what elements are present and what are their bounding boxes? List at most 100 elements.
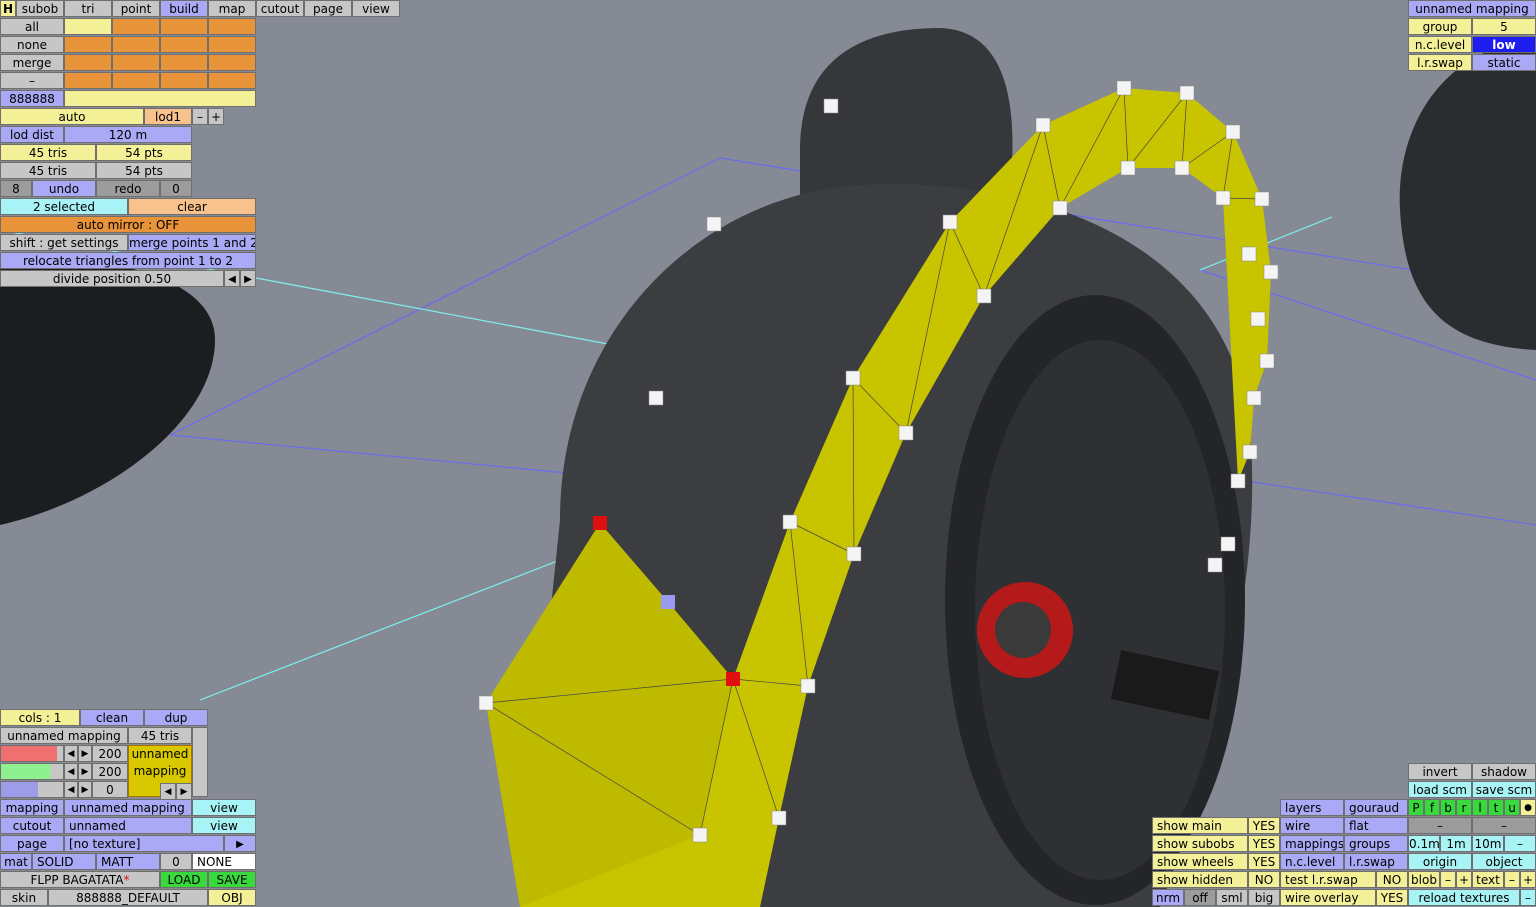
divide-position[interactable]: divide position 0.50 (0, 270, 224, 287)
color-swatch[interactable] (208, 72, 256, 89)
left-arrow-icon[interactable]: ◀ (64, 745, 78, 762)
auto-mirror-toggle[interactable]: auto mirror : OFF (0, 216, 256, 233)
select-all-button[interactable]: all (0, 18, 64, 35)
left-arrow-icon[interactable]: ◀ (64, 781, 78, 798)
tab-cutout[interactable]: cutout (256, 0, 304, 17)
size-sml-button[interactable]: sml (1216, 889, 1248, 906)
nclevel-button[interactable]: n.c.level (1280, 853, 1344, 870)
view-r-button[interactable]: r (1456, 799, 1472, 816)
color-swatch[interactable] (208, 36, 256, 53)
groups-button[interactable]: groups (1344, 835, 1408, 852)
mapping-title[interactable]: unnamed mapping (1408, 0, 1536, 17)
lod-plus-button[interactable]: + (208, 108, 224, 125)
grid-minus-button[interactable]: – (1504, 835, 1536, 852)
view-f-button[interactable]: f (1424, 799, 1440, 816)
lrswap-button[interactable]: l.r.swap (1344, 853, 1408, 870)
nclevel-value[interactable]: low (1472, 36, 1536, 53)
layers-button[interactable]: layers (1280, 799, 1344, 816)
gouraud-button[interactable]: gouraud (1344, 799, 1408, 816)
lod-minus-button[interactable]: – (192, 108, 208, 125)
mapping-name[interactable]: unnamed mapping (0, 727, 128, 744)
tab-page[interactable]: page (304, 0, 352, 17)
right-arrow-icon[interactable]: ▶ (78, 745, 92, 762)
mat-none[interactable]: NONE (192, 853, 256, 870)
lod-auto-button[interactable]: auto (0, 108, 144, 125)
dup-button[interactable]: dup (144, 709, 208, 726)
object-button[interactable]: object (1472, 853, 1536, 870)
show-hidden-value[interactable]: NO (1248, 871, 1280, 888)
skin-value[interactable]: 888888_DEFAULT (48, 889, 208, 906)
divide-increase-icon[interactable]: ▶ (240, 270, 256, 287)
tab-build[interactable]: build (160, 0, 208, 17)
obj-button[interactable]: OBJ (208, 889, 256, 906)
solid-button[interactable]: SOLID (32, 853, 96, 870)
page-value[interactable]: [no texture] (64, 835, 224, 852)
blue-slider[interactable] (0, 781, 64, 798)
value-field[interactable]: 200 (92, 745, 128, 762)
value-field[interactable]: 0 (92, 781, 128, 798)
show-main-toggle[interactable]: show main (1152, 817, 1248, 834)
color-swatch[interactable] (160, 54, 208, 71)
tab-tri[interactable]: tri (64, 0, 112, 17)
text-plus-button[interactable]: + (1520, 871, 1536, 888)
lod-dist-value[interactable]: 120 m (64, 126, 192, 143)
size-off-button[interactable]: off (1184, 889, 1216, 906)
blob-plus-button[interactable]: + (1456, 871, 1472, 888)
group-value[interactable]: 5 (1472, 18, 1536, 35)
color-swatch[interactable] (64, 18, 112, 35)
color-swatch[interactable] (64, 54, 112, 71)
show-subobs-value[interactable]: YES (1248, 835, 1280, 852)
tab-subob[interactable]: subob (16, 0, 64, 17)
page-next-icon[interactable]: ▶ (224, 835, 256, 852)
color-swatch[interactable] (112, 54, 160, 71)
color-swatch[interactable] (64, 36, 112, 53)
mat-number[interactable]: 0 (160, 853, 192, 870)
show-wheels-value[interactable]: YES (1248, 853, 1280, 870)
cutout-view-button[interactable]: view (192, 817, 256, 834)
relocate-triangles-button[interactable]: relocate triangles from point 1 to 2 (0, 252, 256, 269)
text-minus-button[interactable]: – (1504, 871, 1520, 888)
right-arrow-icon[interactable]: ▶ (78, 763, 92, 780)
car-name[interactable]: FLPP BAGATATA* (0, 871, 160, 888)
show-main-value[interactable]: YES (1248, 817, 1280, 834)
tab-map[interactable]: map (208, 0, 256, 17)
test-lrswap-toggle[interactable]: test l.r.swap (1280, 871, 1376, 888)
wire-button[interactable]: wire (1280, 817, 1344, 834)
red-slider[interactable] (0, 745, 64, 762)
undo-button[interactable]: undo (32, 180, 96, 197)
cutout-value[interactable]: unnamed (64, 817, 192, 834)
grid-01m-button[interactable]: 0.1m (1408, 835, 1440, 852)
save-scm-button[interactable]: save scm (1472, 781, 1536, 798)
load-button[interactable]: LOAD (160, 871, 208, 888)
tab-view[interactable]: view (352, 0, 400, 17)
clear-button[interactable]: clear (128, 198, 256, 215)
reload-textures-button[interactable]: reload textures (1408, 889, 1520, 906)
lrswap-value[interactable]: static (1472, 54, 1536, 71)
reload-minus-button[interactable]: – (1520, 889, 1536, 906)
view-u-button[interactable]: u (1504, 799, 1520, 816)
size-big-button[interactable]: big (1248, 889, 1280, 906)
blob-minus-button[interactable]: – (1440, 871, 1456, 888)
dash-button[interactable]: – (0, 72, 64, 89)
color-swatch[interactable] (112, 36, 160, 53)
flat-button[interactable]: flat (1344, 817, 1408, 834)
color-swatch[interactable] (160, 72, 208, 89)
cols-selector[interactable]: cols : 1 (0, 709, 80, 726)
mapping-value[interactable]: unnamed mapping (64, 799, 192, 816)
color-swatch[interactable] (112, 72, 160, 89)
green-slider[interactable] (0, 763, 64, 780)
mapping-view-button[interactable]: view (192, 799, 256, 816)
color-swatch[interactable] (160, 18, 208, 35)
value-field[interactable]: 200 (92, 763, 128, 780)
dot-icon[interactable]: ● (1520, 799, 1536, 816)
color-code-field[interactable]: 888888 (0, 90, 64, 107)
3d-viewport[interactable] (0, 0, 1536, 907)
left-arrow-icon[interactable]: ◀ (64, 763, 78, 780)
show-subobs-toggle[interactable]: show subobs (1152, 835, 1248, 852)
dash-button[interactable]: – (1472, 817, 1536, 834)
load-scm-button[interactable]: load scm (1408, 781, 1472, 798)
right-arrow-icon[interactable]: ▶ (176, 783, 192, 800)
mapping-scrollbar[interactable] (192, 727, 208, 797)
grid-1m-button[interactable]: 1m (1440, 835, 1472, 852)
view-l-button[interactable]: l (1472, 799, 1488, 816)
